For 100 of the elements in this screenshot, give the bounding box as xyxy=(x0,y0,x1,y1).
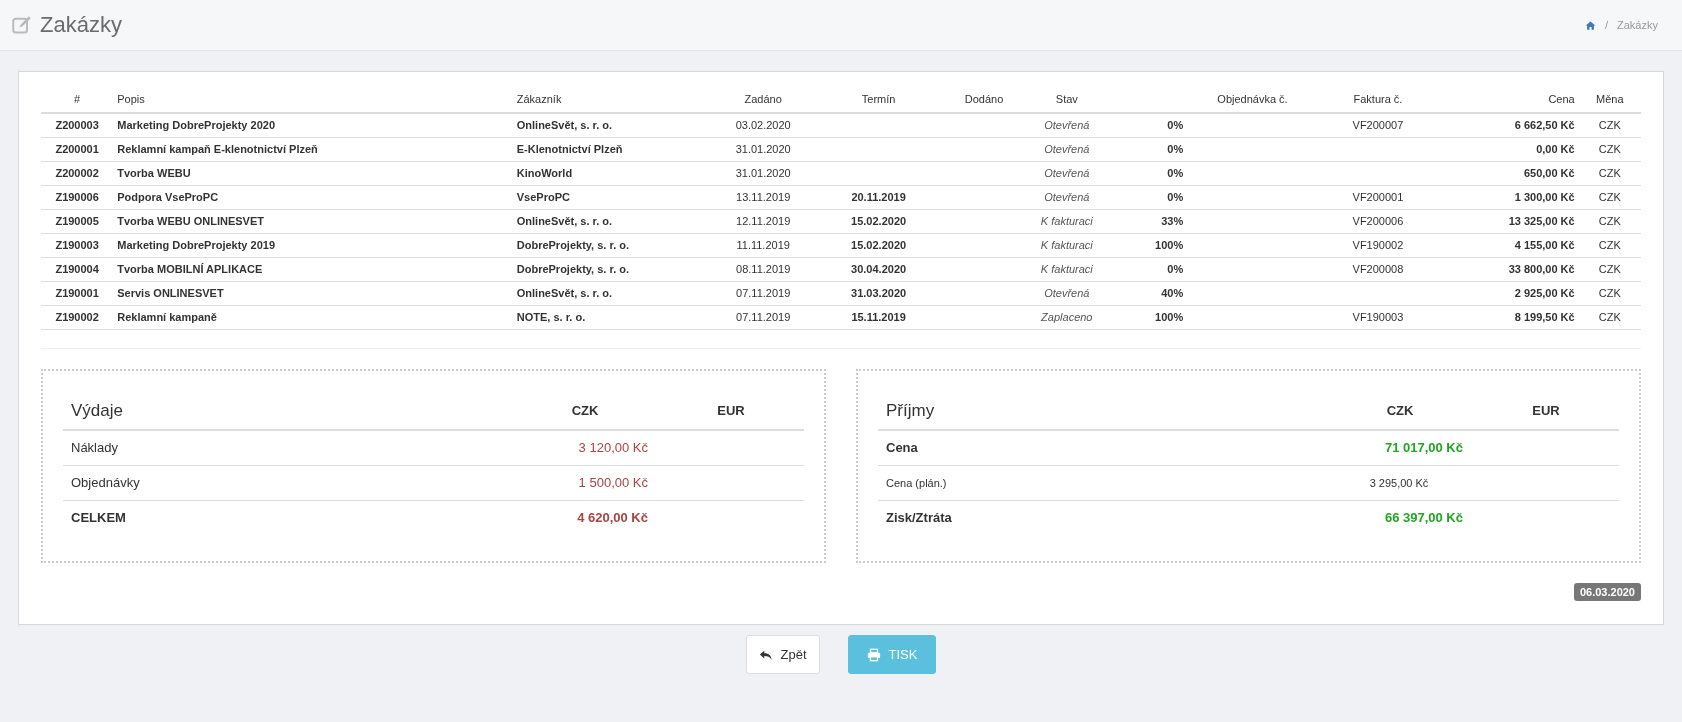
order-description: Tvorba WEBU ONLINESVET xyxy=(113,209,513,233)
customer-name: E-Klenotnictví Plzeň xyxy=(512,137,711,161)
column-header: EUR xyxy=(658,394,804,430)
order-number: Z200001 xyxy=(41,137,114,161)
order-status: Otevřená xyxy=(1026,161,1107,185)
progress-percent: 100% xyxy=(1106,233,1188,257)
invoice-number: VF200001 xyxy=(1317,185,1439,209)
deadline-date: 30.04.2020 xyxy=(815,257,942,281)
order-number: Z200003 xyxy=(41,113,114,137)
customer-name: NOTE, s. r. o. xyxy=(512,305,711,329)
summary-label: Objednávky xyxy=(63,465,512,500)
progress-percent: 0% xyxy=(1106,137,1188,161)
date-badge: 06.03.2020 xyxy=(1573,582,1641,601)
deadline-date: 15.11.2019 xyxy=(815,305,942,329)
order-status: K fakturaci xyxy=(1026,257,1107,281)
ordered-date: 07.11.2019 xyxy=(710,281,816,305)
breadcrumb-item[interactable]: Zakázky xyxy=(1617,19,1658,31)
invoice-number: VF200007 xyxy=(1317,113,1439,137)
currency-code: CZK xyxy=(1578,161,1641,185)
invoice-number: VF200006 xyxy=(1317,209,1439,233)
summary-label: CELKEM xyxy=(63,500,512,535)
price-amount: 6 662,50 Kč xyxy=(1438,113,1579,137)
currency-code: CZK xyxy=(1578,233,1641,257)
column-header: Faktura č. xyxy=(1317,88,1439,113)
order-number: Z190006 xyxy=(41,185,114,209)
column-header: CZK xyxy=(1327,394,1473,430)
price-amount: 13 325,00 Kč xyxy=(1438,209,1579,233)
home-icon[interactable] xyxy=(1584,19,1596,31)
order-status: Otevřená xyxy=(1026,137,1107,161)
deadline-date: 31.03.2020 xyxy=(815,281,942,305)
currency-code: CZK xyxy=(1578,257,1641,281)
summary-title: Výdaje xyxy=(63,394,512,430)
order-number: Z190001 xyxy=(41,281,114,305)
edit-icon xyxy=(12,15,32,35)
customer-name: OnlineSvět, s. r. o. xyxy=(512,209,711,233)
customer-name: DobreProjekty, s. r. o. xyxy=(512,233,711,257)
column-header: Popis xyxy=(113,88,513,113)
order-description: Reklamní kampaně xyxy=(113,305,513,329)
order-description: Tvorba MOBILNÍ APLIKACE xyxy=(113,257,513,281)
order-description: Podpora VseProPC xyxy=(113,185,513,209)
print-button[interactable]: TISK xyxy=(847,635,937,674)
column-header: Měna xyxy=(1578,88,1641,113)
summary-label: Zisk/Ztráta xyxy=(878,500,1327,535)
summary-label: Náklady xyxy=(63,429,512,465)
deadline-date: 15.02.2020 xyxy=(815,233,942,257)
currency-code: CZK xyxy=(1578,113,1641,137)
ordered-date: 08.11.2019 xyxy=(710,257,816,281)
invoice-number: VF190003 xyxy=(1317,305,1439,329)
summary-amount: 66 397,00 Kč xyxy=(1327,500,1473,535)
ordered-date: 13.11.2019 xyxy=(710,185,816,209)
page-title: Zakázky xyxy=(40,12,122,38)
customer-name: OnlineSvět, s. r. o. xyxy=(512,113,711,137)
summary-amount: 4 620,00 Kč xyxy=(512,500,658,535)
deadline-date: 20.11.2019 xyxy=(815,185,942,209)
back-button[interactable]: Zpět xyxy=(745,635,820,674)
progress-percent: 100% xyxy=(1106,305,1188,329)
order-status: Otevřená xyxy=(1026,113,1107,137)
customer-name: OnlineSvět, s. r. o. xyxy=(512,281,711,305)
summary-amount: 3 295,00 Kč xyxy=(1327,465,1473,500)
column-header: Termín xyxy=(815,88,942,113)
summary-amount: 3 120,00 Kč xyxy=(512,429,658,465)
order-status: Otevřená xyxy=(1026,185,1107,209)
order-status: K fakturaci xyxy=(1026,209,1107,233)
order-number: Z190004 xyxy=(41,257,114,281)
ordered-date: 31.01.2020 xyxy=(710,161,816,185)
column-header: EUR xyxy=(1473,394,1619,430)
progress-percent: 0% xyxy=(1106,113,1188,137)
column-header: # xyxy=(41,88,114,113)
ordered-date: 31.01.2020 xyxy=(710,137,816,161)
ordered-date: 12.11.2019 xyxy=(710,209,816,233)
price-amount: 8 199,50 Kč xyxy=(1438,305,1579,329)
currency-code: CZK xyxy=(1578,281,1641,305)
ordered-date: 03.02.2020 xyxy=(710,113,816,137)
order-number: Z190002 xyxy=(41,305,114,329)
summary-title: Příjmy xyxy=(878,394,1327,430)
price-amount: 4 155,00 Kč xyxy=(1438,233,1579,257)
customer-name: KinoWorld xyxy=(512,161,711,185)
price-amount: 650,00 Kč xyxy=(1438,161,1579,185)
ordered-date: 11.11.2019 xyxy=(710,233,816,257)
order-description: Reklamní kampaň E-klenotnictví Plzeň xyxy=(113,137,513,161)
customer-name: VseProPC xyxy=(512,185,711,209)
price-amount: 1 300,00 Kč xyxy=(1438,185,1579,209)
order-description: Tvorba WEBU xyxy=(113,161,513,185)
progress-percent: 0% xyxy=(1106,161,1188,185)
summary-amount: 1 500,00 Kč xyxy=(512,465,658,500)
customer-name: DobreProjekty, s. r. o. xyxy=(512,257,711,281)
order-description: Marketing DobreProjekty 2019 xyxy=(113,233,513,257)
progress-percent: 0% xyxy=(1106,257,1188,281)
summary-label: Cena xyxy=(878,429,1327,465)
progress-percent: 0% xyxy=(1106,185,1188,209)
order-description: Marketing DobreProjekty 2020 xyxy=(113,113,513,137)
column-header: Stav xyxy=(1026,88,1107,113)
price-amount: 0,00 Kč xyxy=(1438,137,1579,161)
column-header: Objednávka č. xyxy=(1187,88,1318,113)
invoice-number: VF190002 xyxy=(1317,233,1439,257)
order-status: K fakturaci xyxy=(1026,233,1107,257)
price-amount: 2 925,00 Kč xyxy=(1438,281,1579,305)
order-status: Otevřená xyxy=(1026,281,1107,305)
progress-percent: 40% xyxy=(1106,281,1188,305)
price-amount: 33 800,00 Kč xyxy=(1438,257,1579,281)
